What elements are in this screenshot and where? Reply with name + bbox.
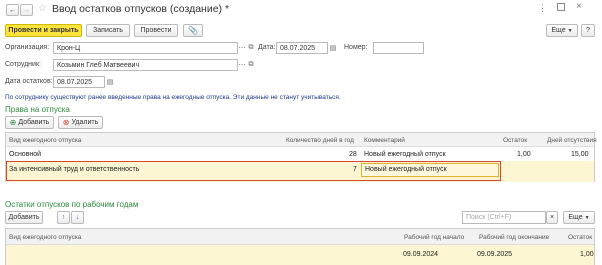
rights-section-title: Права на отпуска [5, 105, 70, 114]
more-icon[interactable]: ⋮ [538, 3, 547, 14]
col-vacation-type: Вид ежегодного отпуска [9, 137, 82, 144]
arrow-left-icon: ← [9, 6, 16, 14]
move-down-button[interactable]: ↓ [71, 211, 84, 224]
balance-date-label: Дата остатков: [5, 78, 53, 85]
calendar-icon[interactable]: ▤ [328, 42, 338, 54]
more-menu-button[interactable]: Еще ▼ [546, 24, 578, 37]
help-button[interactable]: ? [581, 24, 595, 37]
col-balance: Остаток [568, 234, 593, 241]
balances-table: Вид ежегодного отпуска Рабочий год начал… [5, 228, 595, 265]
paperclip-icon: 📎 [188, 26, 198, 35]
organization-field[interactable]: Крон-Ц [53, 42, 238, 54]
arrow-down-icon: ↓ [75, 214, 80, 221]
table-row[interactable] [6, 147, 594, 161]
balance-date-field[interactable]: 08.07.2025 [53, 76, 105, 88]
employee-label: Сотрудник: [5, 61, 41, 68]
post-button[interactable]: Провести [134, 24, 178, 37]
balances-section-title: Остатки отпусков по рабочим годам [5, 200, 139, 209]
add-icon: ⊕ [9, 118, 17, 127]
col-year-end: Рабочий год окончание [479, 234, 550, 241]
open-link-icon[interactable]: ⧉ [246, 59, 256, 71]
calendar-icon[interactable]: ▤ [105, 76, 115, 88]
date-label: Дата: [258, 44, 276, 51]
col-absence-days: Дней отсутствия [547, 137, 597, 144]
organization-label: Организация: [5, 44, 50, 51]
warning-notice: По сотруднику существуют ранее введенные… [5, 94, 341, 101]
col-year-start: Рабочий год начало [404, 234, 465, 241]
employee-field[interactable]: Козьмин Глеб Матвеевич [53, 59, 238, 71]
rights-table: Вид ежегодного отпуска Количество дней в… [5, 132, 597, 182]
forward-button[interactable]: → [20, 4, 33, 16]
date-field[interactable]: 08.07.2025 [276, 42, 328, 54]
arrow-up-icon: ↑ [61, 214, 66, 221]
post-and-close-button[interactable]: Провести и закрыть [5, 24, 82, 37]
delete-icon: ⊗ [62, 118, 70, 127]
close-icon[interactable]: × [576, 1, 582, 12]
search-input[interactable]: Поиск (Ctrl+F) [462, 211, 546, 224]
close-icon: × [549, 214, 555, 221]
page-title: Ввод остатков отпусков (создание) * [52, 3, 230, 15]
number-label: Номер: [344, 44, 368, 51]
col-balance: Остаток [503, 137, 528, 144]
back-button[interactable]: ← [6, 4, 19, 16]
open-link-icon[interactable]: ⧉ [246, 42, 256, 54]
balances-more-button[interactable]: Еще ▼ [563, 211, 595, 224]
arrow-right-icon: → [23, 6, 30, 14]
chevron-down-icon: ▼ [584, 214, 590, 221]
maximize-icon[interactable] [557, 3, 565, 11]
rights-delete-button[interactable]: ⊗ Удалить [58, 116, 103, 129]
col-vacation-type: Вид ежегодного отпуска [9, 234, 82, 241]
search-clear-button[interactable]: × [546, 211, 558, 224]
favorite-star-icon[interactable]: ☆ [38, 3, 47, 14]
chevron-down-icon: ▼ [567, 27, 573, 34]
number-field[interactable] [373, 42, 424, 54]
rights-add-button[interactable]: ⊕ Добавить [5, 116, 54, 129]
col-days-per-year: Количество дней в год [286, 137, 354, 144]
save-button[interactable]: Записать [86, 24, 130, 37]
balances-add-button[interactable]: Добавить [5, 211, 43, 224]
attach-button[interactable]: 📎 [183, 24, 203, 37]
col-comment: Комментарий [364, 137, 405, 144]
move-up-button[interactable]: ↑ [57, 211, 70, 224]
